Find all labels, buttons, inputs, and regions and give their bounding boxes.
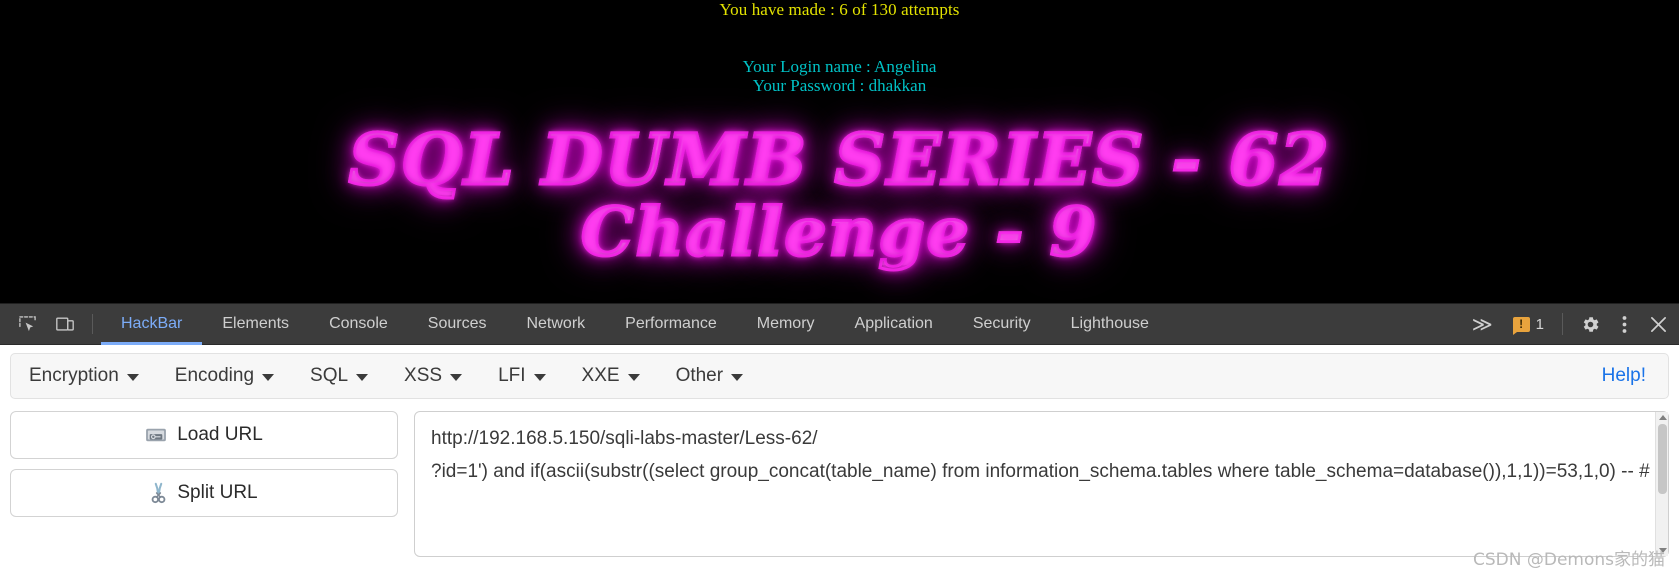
- menu-sql[interactable]: SQL: [310, 365, 369, 387]
- tab-memory[interactable]: Memory: [737, 304, 835, 345]
- chevron-down-icon: [262, 374, 275, 381]
- tab-network[interactable]: Network: [506, 304, 605, 345]
- menu-lfi[interactable]: LFI: [498, 365, 546, 387]
- chevron-down-icon: [126, 374, 139, 381]
- devtools-panel: HackBar Elements Console Sources Network…: [0, 303, 1679, 571]
- hackbar-panel: Encryption Encoding SQL XSS LFI XXE Othe…: [0, 345, 1679, 571]
- inspect-element-icon[interactable]: [8, 307, 46, 341]
- hackbar-url-area: http://192.168.5.150/sqli-labs-master/Le…: [414, 411, 1669, 557]
- tab-lighthouse[interactable]: Lighthouse: [1051, 304, 1169, 345]
- menu-lfi-label: LFI: [498, 365, 526, 386]
- device-toolbar-icon[interactable]: [46, 307, 84, 341]
- error-count-badge[interactable]: ! 1: [1505, 315, 1552, 335]
- attempts-counter: You have made : 6 of 130 attempts: [719, 0, 960, 19]
- tab-sources[interactable]: Sources: [408, 304, 507, 345]
- tab-elements[interactable]: Elements: [202, 304, 309, 345]
- menu-xss[interactable]: XSS: [404, 365, 463, 387]
- gear-icon[interactable]: [1573, 307, 1607, 341]
- more-tabs-icon[interactable]: ≫: [1458, 312, 1505, 337]
- load-url-button[interactable]: Load URL: [10, 411, 398, 459]
- scroll-up-icon[interactable]: [1659, 415, 1667, 420]
- scissors-icon: [150, 482, 167, 504]
- tab-performance[interactable]: Performance: [605, 304, 737, 345]
- close-icon[interactable]: [1641, 307, 1675, 341]
- menu-xss-label: XSS: [404, 365, 443, 386]
- disk-drive-icon: [145, 426, 167, 444]
- tab-hackbar[interactable]: HackBar: [101, 304, 203, 345]
- menu-other[interactable]: Other: [676, 365, 744, 387]
- tab-console[interactable]: Console: [309, 304, 408, 345]
- menu-encryption-label: Encryption: [29, 365, 119, 386]
- error-icon: !: [1512, 316, 1530, 335]
- menu-other-label: Other: [675, 365, 724, 386]
- banner-title-line-1: SQL DUMB SERIES - 62: [0, 123, 1679, 196]
- hackbar-body: Load URL Split URL http://192.168.5.150/…: [0, 411, 1679, 557]
- screenshot-root: You have made : 6 of 130 attempts Your L…: [0, 0, 1679, 571]
- web-page-content: You have made : 6 of 130 attempts Your L…: [0, 0, 1679, 303]
- chevron-down-icon: [356, 374, 369, 381]
- url-input-scrollbar[interactable]: [1655, 412, 1668, 556]
- chevron-down-icon: [731, 374, 744, 381]
- watermark-text: CSDN @Demons家的猫: [1472, 550, 1665, 570]
- tab-security[interactable]: Security: [953, 304, 1051, 345]
- credentials-block: Your Login name : Angelina Your Password…: [0, 57, 1679, 95]
- banner-title-line-2: Challenge - 9: [0, 198, 1679, 267]
- help-link[interactable]: Help!: [1602, 365, 1650, 387]
- split-url-label: Split URL: [177, 482, 258, 503]
- url-input[interactable]: http://192.168.5.150/sqli-labs-master/Le…: [414, 411, 1669, 557]
- menu-xxe[interactable]: XXE: [582, 365, 640, 387]
- scrollbar-thumb[interactable]: [1658, 424, 1667, 494]
- error-count-label: 1: [1535, 315, 1544, 333]
- menu-sql-label: SQL: [310, 365, 349, 386]
- split-url-button[interactable]: Split URL: [10, 469, 398, 517]
- devtools-tabs: HackBar Elements Console Sources Network…: [101, 304, 1169, 345]
- chevron-down-icon: [627, 374, 640, 381]
- toolbar-divider-right: [1562, 313, 1563, 335]
- load-url-label: Load URL: [177, 424, 263, 445]
- menu-encoding[interactable]: Encoding: [174, 365, 275, 387]
- hackbar-action-buttons: Load URL Split URL: [10, 411, 398, 557]
- menu-encoding-label: Encoding: [174, 365, 255, 386]
- menu-encryption[interactable]: Encryption: [29, 365, 139, 387]
- menu-xxe-label: XXE: [581, 365, 620, 386]
- devtools-toolbar-right: ≫ ! 1: [1458, 307, 1679, 341]
- hackbar-menu-bar: Encryption Encoding SQL XSS LFI XXE Othe…: [10, 353, 1669, 399]
- toolbar-divider: [92, 314, 93, 334]
- challenge-banner: SQL DUMB SERIES - 62 Challenge - 9: [0, 123, 1679, 267]
- tab-application[interactable]: Application: [835, 304, 953, 345]
- devtools-tab-bar: HackBar Elements Console Sources Network…: [0, 304, 1679, 345]
- password-line: Your Password : dhakkan: [752, 76, 927, 95]
- login-name-line: Your Login name : Angelina: [742, 57, 937, 76]
- chevron-down-icon: [533, 374, 546, 381]
- chevron-down-icon: [450, 374, 463, 381]
- vertical-dots-icon[interactable]: [1607, 307, 1641, 341]
